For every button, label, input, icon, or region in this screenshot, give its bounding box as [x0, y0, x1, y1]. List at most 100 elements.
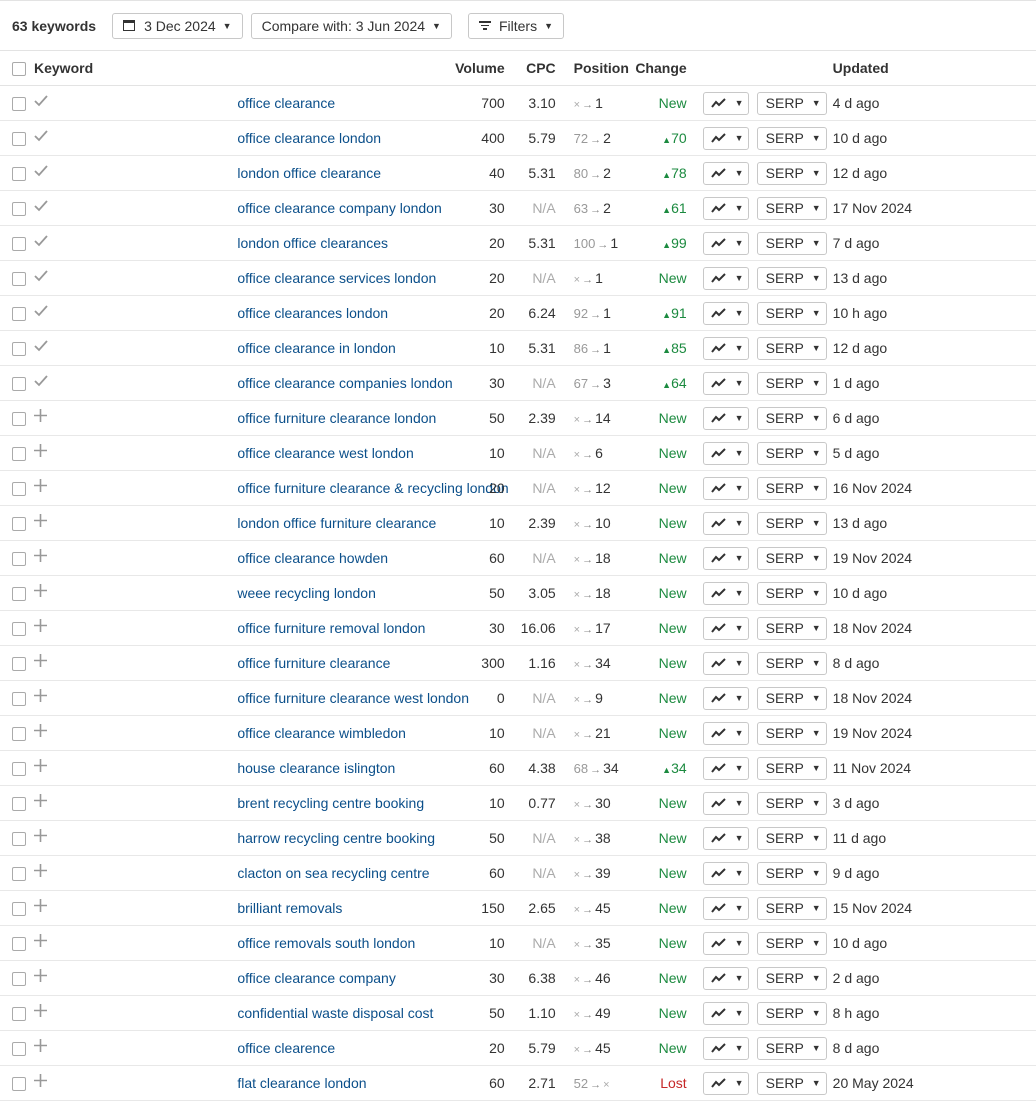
add-plus-icon[interactable]	[34, 575, 238, 611]
keyword-link[interactable]: clacton on sea recycling centre	[237, 865, 429, 881]
trend-chart-button[interactable]: ▼	[702, 1071, 749, 1095]
serp-button[interactable]: SERP ▼	[756, 231, 827, 255]
row-checkbox[interactable]	[12, 692, 26, 707]
row-checkbox[interactable]	[12, 342, 26, 357]
row-checkbox[interactable]	[12, 307, 26, 322]
keyword-link[interactable]: confidential waste disposal cost	[237, 1005, 433, 1021]
serp-button[interactable]: SERP ▼	[756, 896, 827, 920]
checkmark-icon[interactable]	[34, 330, 238, 366]
trend-chart-button[interactable]: ▼	[702, 826, 749, 850]
serp-button[interactable]: SERP ▼	[756, 756, 827, 780]
keyword-link[interactable]: london office clearance	[237, 165, 381, 181]
row-checkbox[interactable]	[12, 972, 26, 987]
serp-button[interactable]: SERP ▼	[756, 861, 827, 885]
trend-chart-button[interactable]: ▼	[702, 91, 749, 115]
add-plus-icon[interactable]	[34, 400, 238, 436]
row-checkbox[interactable]	[12, 657, 26, 672]
trend-chart-button[interactable]: ▼	[702, 616, 749, 640]
trend-chart-button[interactable]: ▼	[702, 931, 749, 955]
add-plus-icon[interactable]	[34, 890, 238, 926]
row-checkbox[interactable]	[12, 167, 26, 182]
keyword-link[interactable]: brent recycling centre booking	[237, 795, 424, 811]
add-plus-icon[interactable]	[34, 715, 238, 751]
serp-button[interactable]: SERP ▼	[756, 1036, 827, 1060]
row-checkbox[interactable]	[12, 797, 26, 812]
date-picker-button[interactable]: 3 Dec 2024 ▼	[112, 12, 243, 39]
serp-button[interactable]: SERP ▼	[756, 266, 827, 290]
row-checkbox[interactable]	[12, 727, 26, 742]
trend-chart-button[interactable]: ▼	[702, 1001, 749, 1025]
keyword-link[interactable]: office furniture clearance london	[237, 410, 436, 426]
serp-button[interactable]: SERP ▼	[756, 581, 827, 605]
keyword-link[interactable]: office clearances london	[237, 305, 388, 321]
row-checkbox[interactable]	[12, 622, 26, 637]
add-plus-icon[interactable]	[34, 820, 238, 856]
keyword-link[interactable]: office furniture clearance	[237, 655, 390, 671]
row-checkbox[interactable]	[12, 447, 26, 462]
checkmark-icon[interactable]	[34, 260, 238, 296]
trend-chart-button[interactable]: ▼	[702, 861, 749, 885]
checkmark-icon[interactable]	[34, 225, 238, 261]
add-plus-icon[interactable]	[34, 470, 238, 506]
checkmark-icon[interactable]	[34, 120, 238, 156]
row-checkbox[interactable]	[12, 482, 26, 497]
trend-chart-button[interactable]: ▼	[702, 721, 749, 745]
row-checkbox[interactable]	[12, 237, 26, 252]
add-plus-icon[interactable]	[34, 680, 238, 716]
keyword-link[interactable]: office clearance london	[237, 130, 381, 146]
checkmark-icon[interactable]	[34, 365, 238, 401]
col-change[interactable]: Change	[629, 51, 687, 86]
row-checkbox[interactable]	[12, 412, 26, 427]
trend-chart-button[interactable]: ▼	[702, 301, 749, 325]
serp-button[interactable]: SERP ▼	[756, 721, 827, 745]
trend-chart-button[interactable]: ▼	[702, 896, 749, 920]
col-updated[interactable]: Updated	[832, 51, 1036, 86]
col-keyword[interactable]: Keyword	[34, 51, 441, 86]
row-checkbox[interactable]	[12, 902, 26, 917]
serp-button[interactable]: SERP ▼	[756, 966, 827, 990]
keyword-link[interactable]: office clearance howden	[237, 550, 388, 566]
keyword-link[interactable]: office clearence	[237, 1040, 335, 1056]
add-plus-icon[interactable]	[34, 995, 238, 1031]
serp-button[interactable]: SERP ▼	[756, 476, 827, 500]
row-checkbox[interactable]	[12, 762, 26, 777]
row-checkbox[interactable]	[12, 1077, 26, 1092]
trend-chart-button[interactable]: ▼	[702, 126, 749, 150]
add-plus-icon[interactable]	[34, 960, 238, 996]
add-plus-icon[interactable]	[34, 610, 238, 646]
keyword-link[interactable]: office clearance company london	[237, 200, 441, 216]
trend-chart-button[interactable]: ▼	[702, 1036, 749, 1060]
keyword-link[interactable]: house clearance islington	[237, 760, 395, 776]
trend-chart-button[interactable]: ▼	[702, 406, 749, 430]
filters-button[interactable]: Filters ▼	[467, 12, 564, 39]
checkmark-icon[interactable]	[34, 85, 238, 121]
row-checkbox[interactable]	[12, 272, 26, 287]
serp-button[interactable]: SERP ▼	[756, 91, 827, 115]
serp-button[interactable]: SERP ▼	[756, 511, 827, 535]
keyword-link[interactable]: office clearance in london	[237, 340, 396, 356]
add-plus-icon[interactable]	[34, 505, 238, 541]
add-plus-icon[interactable]	[34, 645, 238, 681]
serp-button[interactable]: SERP ▼	[756, 931, 827, 955]
add-plus-icon[interactable]	[34, 750, 238, 786]
add-plus-icon[interactable]	[34, 435, 238, 471]
keyword-link[interactable]: london office furniture clearance	[237, 515, 436, 531]
trend-chart-button[interactable]: ▼	[702, 336, 749, 360]
trend-chart-button[interactable]: ▼	[702, 476, 749, 500]
col-volume[interactable]: Volume	[440, 51, 505, 86]
trend-chart-button[interactable]: ▼	[702, 161, 749, 185]
serp-button[interactable]: SERP ▼	[756, 1001, 827, 1025]
keyword-link[interactable]: office furniture clearance west london	[237, 690, 469, 706]
keyword-link[interactable]: weee recycling london	[237, 585, 376, 601]
row-checkbox[interactable]	[12, 587, 26, 602]
trend-chart-button[interactable]: ▼	[702, 651, 749, 675]
serp-button[interactable]: SERP ▼	[756, 196, 827, 220]
trend-chart-button[interactable]: ▼	[702, 966, 749, 990]
add-plus-icon[interactable]	[34, 1030, 238, 1066]
col-position[interactable]: Position	[555, 51, 630, 86]
keyword-link[interactable]: office clearance	[237, 95, 335, 111]
row-checkbox[interactable]	[12, 832, 26, 847]
trend-chart-button[interactable]: ▼	[702, 196, 749, 220]
serp-button[interactable]: SERP ▼	[756, 826, 827, 850]
row-checkbox[interactable]	[12, 552, 26, 567]
